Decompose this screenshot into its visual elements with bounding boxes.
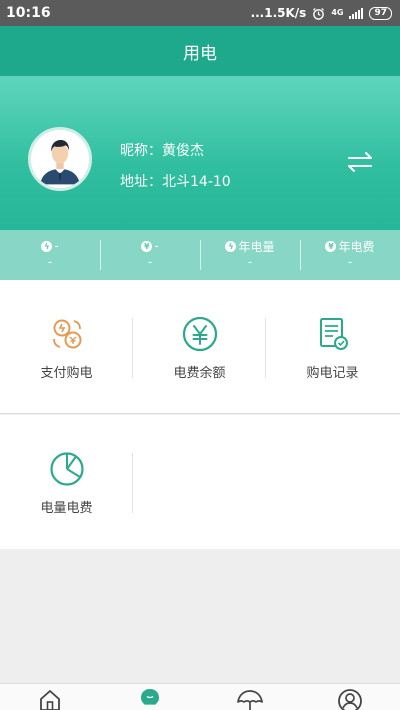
status-bar: 10:16 ...1.5K/s 4G 97 bbox=[0, 0, 400, 26]
status-time: 10:16 bbox=[6, 5, 51, 21]
nickname-label: 昵称： bbox=[120, 143, 162, 159]
user-icon bbox=[338, 689, 362, 710]
pay-exchange-icon bbox=[52, 319, 81, 349]
home-icon bbox=[40, 690, 60, 710]
stat-item: ¥ 年电费 - bbox=[300, 230, 400, 280]
nav-home[interactable] bbox=[0, 684, 100, 710]
yuan-icon: ¥ bbox=[325, 240, 337, 252]
stats-bar: ϟ- - ¥ - - ϟ 年电量 - ¥ 年电费 - bbox=[0, 230, 400, 280]
stat-label: - bbox=[154, 239, 159, 253]
nickname-value: 黄俊杰 bbox=[162, 143, 204, 159]
signal-icon bbox=[349, 7, 364, 19]
network-speed: ...1.5K/s bbox=[250, 6, 307, 20]
umbrella-icon bbox=[237, 690, 263, 710]
stat-label: 年电费 bbox=[338, 239, 375, 254]
nav-umbrella[interactable] bbox=[200, 684, 300, 710]
kwh-icon: ϟ bbox=[41, 240, 53, 252]
kwh-icon: ϟ bbox=[225, 240, 237, 252]
status-indicators: ...1.5K/s 4G 97 bbox=[251, 6, 392, 20]
stat-label: - bbox=[54, 239, 59, 253]
stat-item: ϟ 年电量 - bbox=[200, 230, 300, 280]
stat-item: ¥ - - bbox=[100, 230, 200, 280]
avatar[interactable] bbox=[28, 127, 92, 191]
record-document-icon bbox=[319, 318, 348, 350]
nav-electricity[interactable] bbox=[100, 684, 200, 710]
title-bar: 用电 bbox=[0, 26, 400, 76]
divider bbox=[132, 453, 133, 513]
switch-account-icon[interactable] bbox=[345, 149, 375, 175]
battery-icon: 97 bbox=[369, 6, 392, 20]
menu-section-primary: 支付购电 电费余额 购电记录 bbox=[0, 280, 400, 414]
stat-value: - bbox=[347, 255, 353, 269]
page-title: 用电 bbox=[183, 43, 217, 64]
stat-value: - bbox=[247, 255, 253, 269]
pie-chart-icon bbox=[49, 452, 84, 486]
yuan-circle-icon bbox=[182, 316, 217, 352]
stat-value: - bbox=[47, 255, 53, 269]
balance-button[interactable]: 电费余额 bbox=[133, 280, 266, 414]
pay-purchase-label: 支付购电 bbox=[40, 366, 93, 381]
nickname-row: 昵称：黄俊杰 bbox=[120, 140, 204, 160]
usage-fee-label: 电量电费 bbox=[40, 501, 93, 516]
address-value: 北斗14-10 bbox=[162, 174, 231, 190]
purchase-record-button[interactable]: 购电记录 bbox=[266, 280, 399, 414]
menu-section-secondary: 电量电费 bbox=[0, 415, 400, 549]
stat-value: - bbox=[147, 255, 153, 269]
user-avatar-icon bbox=[31, 130, 89, 188]
bulb-icon bbox=[141, 689, 159, 705]
nav-profile[interactable] bbox=[300, 684, 400, 710]
alarm-icon bbox=[313, 7, 325, 20]
network-type: 4G bbox=[331, 8, 344, 17]
profile-card: 昵称：黄俊杰 地址：北斗14-10 bbox=[0, 76, 400, 230]
stat-item: ϟ- - bbox=[0, 230, 100, 280]
usage-fee-button[interactable]: 电量电费 bbox=[0, 415, 133, 549]
yuan-icon: ¥ bbox=[141, 240, 153, 252]
pay-purchase-button[interactable]: 支付购电 bbox=[0, 280, 133, 414]
purchase-record-label: 购电记录 bbox=[306, 366, 359, 381]
stat-label: 年电量 bbox=[238, 239, 275, 254]
address-row: 地址：北斗14-10 bbox=[120, 171, 231, 191]
address-label: 地址： bbox=[120, 174, 162, 190]
balance-label: 电费余额 bbox=[173, 366, 226, 381]
bottom-nav bbox=[0, 683, 400, 710]
